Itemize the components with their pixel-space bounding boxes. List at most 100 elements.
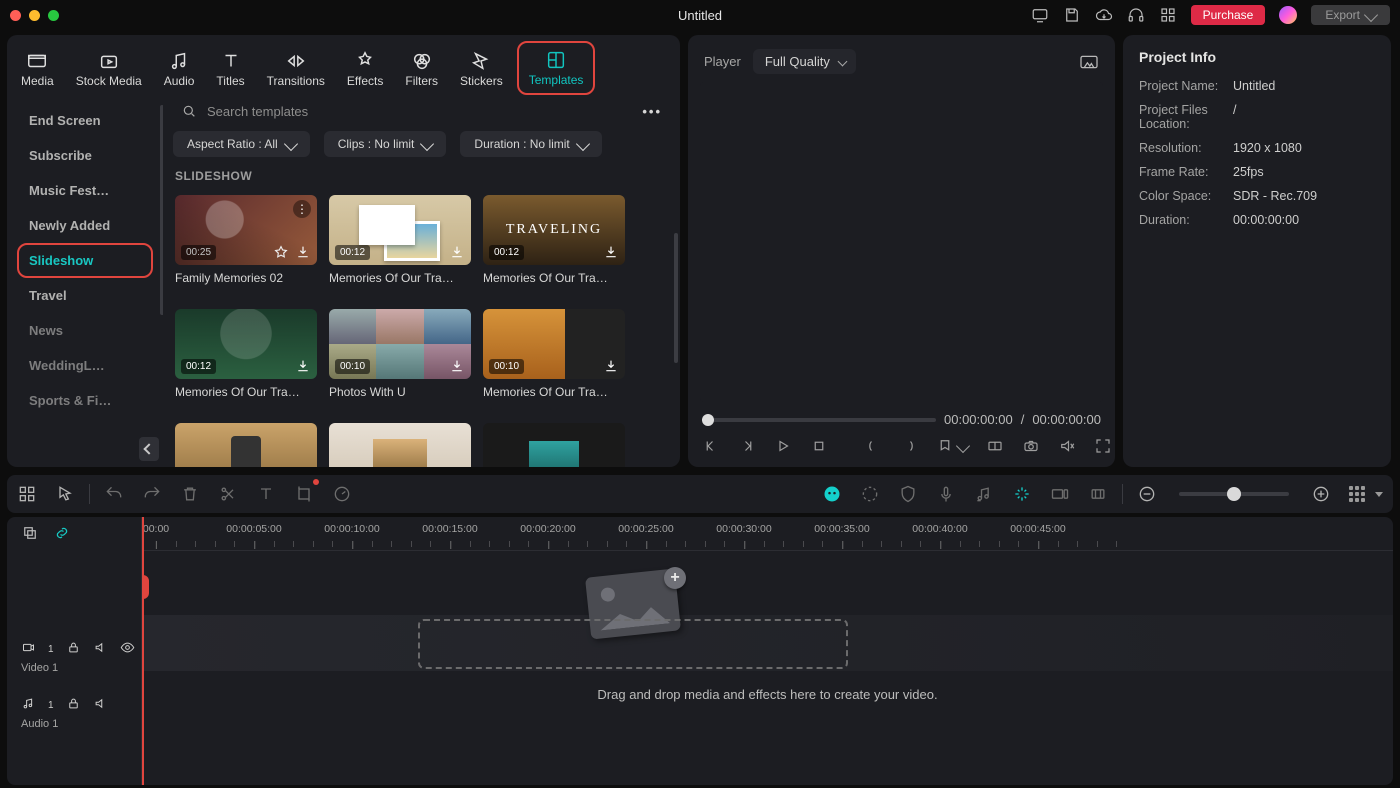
aspect-crop-icon[interactable] (1088, 484, 1108, 504)
ai-face-icon[interactable] (822, 484, 842, 504)
zoom-out-button[interactable] (1137, 484, 1157, 504)
audio-beat-icon[interactable] (974, 484, 994, 504)
close-window-icon[interactable] (10, 10, 21, 21)
stop-button[interactable] (810, 437, 828, 455)
tab-titles[interactable]: Titles (208, 44, 252, 92)
template-tile[interactable]: 00:12Memories Of Our Tra… (329, 195, 471, 297)
download-icon[interactable] (603, 358, 619, 374)
search-input[interactable] (207, 104, 632, 119)
track-header-audio[interactable]: 1 Audio 1 (7, 685, 141, 741)
tab-templates[interactable]: Templates (517, 41, 596, 95)
timeline-ruler[interactable]: 00:0000:00:05:0000:00:10:0000:00:15:0000… (142, 517, 1393, 551)
template-tile[interactable]: 00:10Photos With U (329, 309, 471, 411)
tab-media[interactable]: Media (13, 44, 62, 92)
template-tile[interactable]: 00:12Memories Of Our Tra… (175, 309, 317, 411)
redo-button[interactable] (142, 484, 162, 504)
duplicate-track-icon[interactable] (21, 524, 39, 545)
download-icon[interactable] (295, 358, 311, 374)
mute-icon[interactable] (93, 696, 108, 714)
prev-frame-button[interactable] (702, 437, 720, 455)
cloud-download-icon[interactable] (1095, 6, 1113, 24)
keyframe-panel-icon[interactable] (1050, 484, 1070, 504)
scrollbar[interactable] (674, 233, 678, 363)
download-icon[interactable] (449, 244, 465, 260)
track-view-button[interactable] (1349, 486, 1365, 502)
tab-audio[interactable]: Audio (156, 44, 203, 92)
clips-filter[interactable]: Clips : No limit (324, 131, 447, 157)
undo-button[interactable] (104, 484, 124, 504)
marker-button[interactable] (936, 437, 968, 455)
next-frame-button[interactable] (738, 437, 756, 455)
speed-button[interactable] (332, 484, 352, 504)
mark-out-button[interactable] (900, 437, 918, 455)
playhead-handle[interactable] (142, 575, 149, 599)
minimize-window-icon[interactable] (29, 10, 40, 21)
headphones-icon[interactable] (1127, 6, 1145, 24)
download-icon[interactable] (603, 244, 619, 260)
purchase-button[interactable]: Purchase (1191, 5, 1266, 25)
download-icon[interactable] (295, 244, 311, 260)
template-thumbnail[interactable]: 00:10 (483, 309, 625, 379)
more-options-button[interactable]: ••• (642, 104, 662, 119)
template-thumbnail[interactable]: 00:12 (175, 309, 317, 379)
quality-select[interactable]: Full Quality (753, 49, 856, 74)
crop-button[interactable] (294, 484, 314, 504)
favorite-icon[interactable] (273, 244, 289, 260)
category-item[interactable]: Subscribe (7, 138, 163, 173)
tile-menu-button[interactable]: ⋮ (293, 200, 311, 218)
window-controls[interactable] (10, 10, 59, 21)
color-button[interactable] (860, 484, 880, 504)
cursor-tool-icon[interactable] (55, 484, 75, 504)
camera-button[interactable] (1022, 437, 1040, 455)
category-item[interactable]: End Screen (7, 103, 163, 138)
tab-stickers[interactable]: Stickers (452, 44, 511, 92)
template-thumbnail[interactable]: 00:12 (483, 195, 625, 265)
template-thumbnail[interactable]: 00:12 (329, 195, 471, 265)
template-thumbnail[interactable]: 00:10 (329, 309, 471, 379)
category-item[interactable]: Travel (7, 278, 163, 313)
aspect-ratio-filter[interactable]: Aspect Ratio : All (173, 131, 310, 157)
template-tile[interactable]: 00:12Memories Of Our Tra… (483, 195, 625, 297)
category-item[interactable]: Sports & Fi… (7, 383, 163, 418)
template-thumbnail[interactable] (329, 423, 471, 467)
grid-apps-icon[interactable] (1159, 6, 1177, 24)
template-tile[interactable]: 00:10Memories Of Our Tra… (483, 309, 625, 411)
zoom-in-button[interactable] (1311, 484, 1331, 504)
zoom-slider[interactable] (1179, 492, 1289, 496)
template-tile[interactable] (175, 423, 317, 467)
template-thumbnail[interactable] (483, 423, 625, 467)
chevron-down-icon[interactable] (1375, 492, 1383, 497)
template-tile[interactable]: 00:25⋮Family Memories 02 (175, 195, 317, 297)
lock-icon[interactable] (66, 696, 81, 714)
export-button[interactable]: Export (1311, 5, 1390, 25)
playback-seekbar[interactable] (702, 418, 936, 422)
tab-transitions[interactable]: Transitions (259, 44, 333, 92)
template-tile[interactable] (329, 423, 471, 467)
tab-stock-media[interactable]: Stock Media (68, 44, 150, 92)
tab-effects[interactable]: Effects (339, 44, 391, 92)
delete-button[interactable] (180, 484, 200, 504)
duration-filter[interactable]: Duration : No limit (460, 131, 601, 157)
category-item[interactable]: Newly Added (7, 208, 163, 243)
user-avatar[interactable] (1279, 6, 1297, 24)
collapse-sidebar-button[interactable] (139, 437, 159, 461)
add-media-icon[interactable]: + (664, 567, 686, 589)
play-button[interactable] (774, 437, 792, 455)
timeline-drop-zone[interactable] (418, 619, 848, 669)
zoom-slider-handle[interactable] (1227, 487, 1241, 501)
screen-icon[interactable] (1031, 6, 1049, 24)
shield-icon[interactable] (898, 484, 918, 504)
save-icon[interactable] (1063, 6, 1081, 24)
maximize-window-icon[interactable] (48, 10, 59, 21)
template-tile[interactable] (483, 423, 625, 467)
download-icon[interactable] (449, 358, 465, 374)
category-item-selected[interactable]: Slideshow (17, 243, 153, 278)
layout-icon[interactable] (17, 484, 37, 504)
category-item[interactable]: Music Fest… (7, 173, 163, 208)
lock-icon[interactable] (66, 640, 81, 658)
mark-in-button[interactable] (864, 437, 882, 455)
mute-button[interactable] (1058, 437, 1076, 455)
enhance-icon[interactable] (1012, 484, 1032, 504)
template-thumbnail[interactable] (175, 423, 317, 467)
fullscreen-button[interactable] (1094, 437, 1112, 455)
